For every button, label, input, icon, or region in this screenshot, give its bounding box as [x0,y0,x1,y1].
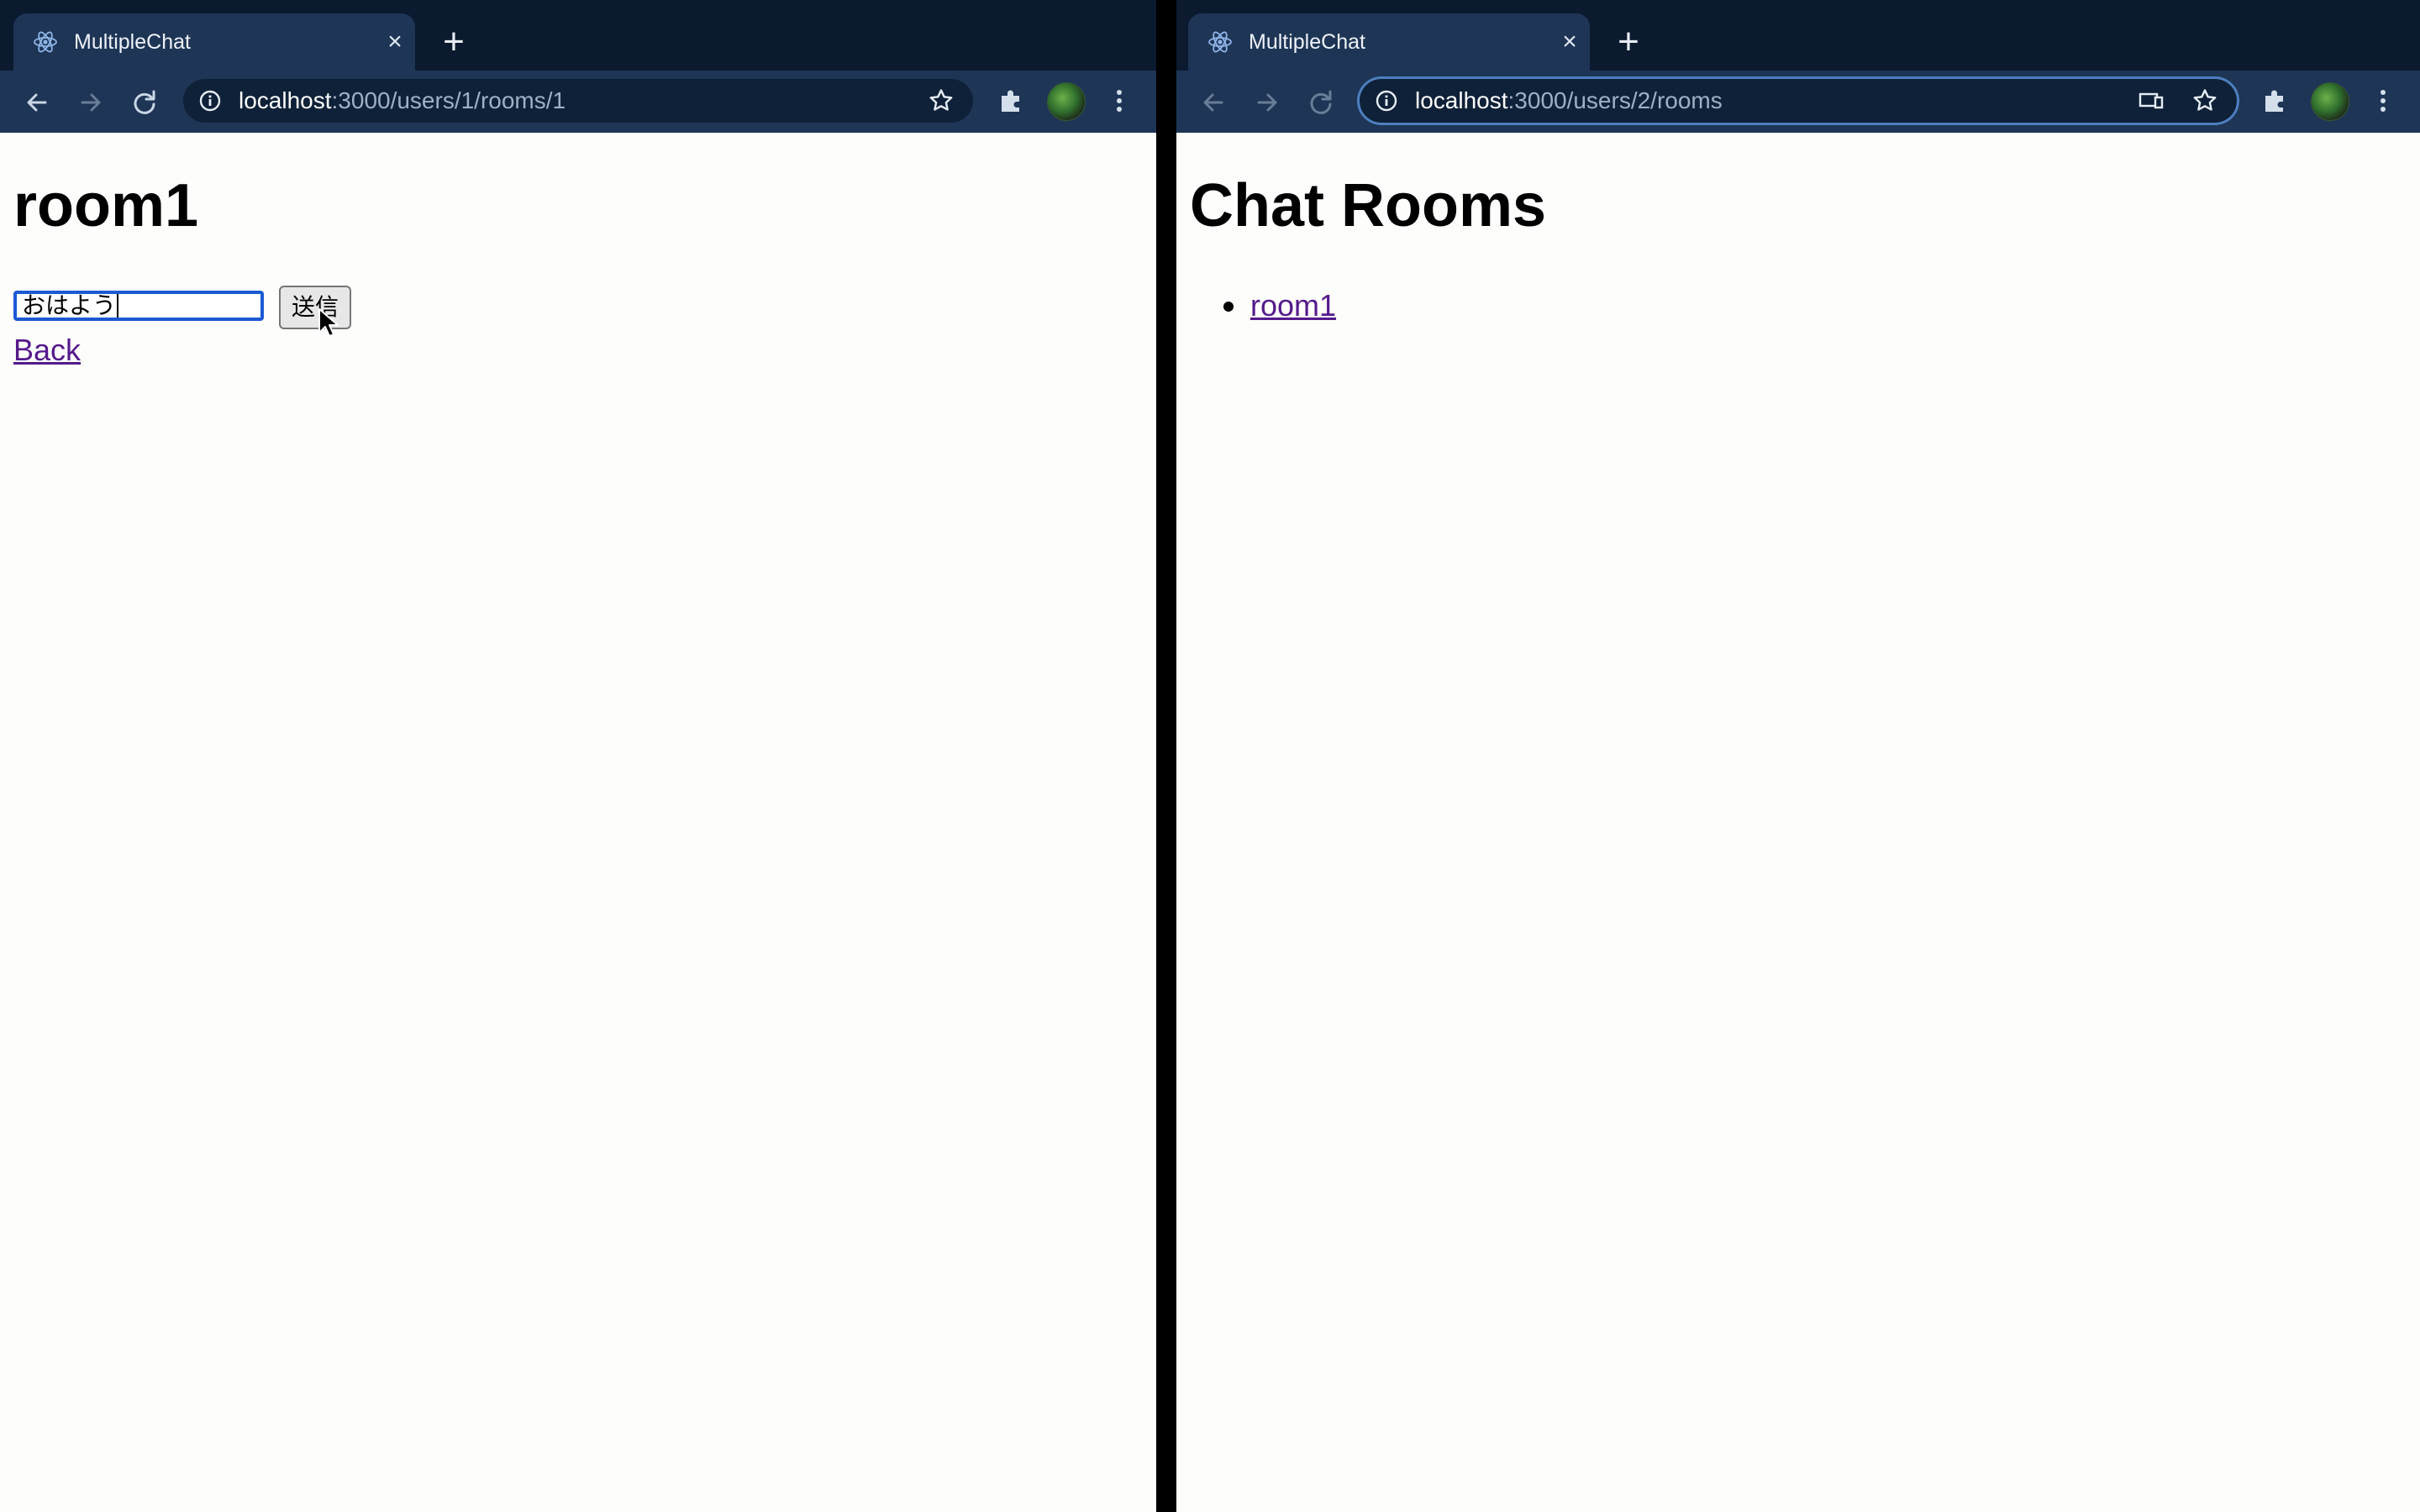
new-tab-button[interactable]: + [432,24,476,60]
back-arrow-icon[interactable] [1195,84,1232,121]
info-icon[interactable] [1375,89,1398,113]
address-bar[interactable]: localhost:3000/users/1/rooms/1 [183,79,973,123]
list-bullet [1223,302,1234,312]
forward-arrow-icon[interactable] [1249,84,1286,121]
browser-toolbar: localhost:3000/users/2/rooms [1176,71,2420,133]
url-path: :3000/users/1/rooms/1 [331,87,566,113]
more-menu-icon[interactable] [2366,84,2400,118]
bookmark-star-icon[interactable] [928,87,955,114]
browser-toolbar: localhost:3000/users/1/rooms/1 [0,71,1156,133]
url-text: localhost:3000/users/1/rooms/1 [239,87,566,114]
tab-strip: MultipleChat × + [0,0,1156,71]
tab-close-icon[interactable]: × [1553,25,1586,59]
url-host: localhost [239,87,332,113]
page-title: room1 [13,172,199,239]
browser-tab[interactable]: MultipleChat × [13,13,415,71]
reload-icon[interactable] [126,84,163,121]
url-host: localhost [1415,87,1508,113]
right-browser-window: MultipleChat × + localhost:3000/users/2/… [1176,0,2420,1512]
left-browser-window: MultipleChat × + localhost:3000/users/1/… [0,0,1156,1512]
room-list-item: room1 [1223,288,1336,323]
tab-title: MultipleChat [74,30,191,54]
new-tab-button[interactable]: + [1607,24,1650,60]
reload-icon[interactable] [1302,84,1339,121]
url-text: localhost:3000/users/2/rooms [1415,87,1723,114]
profile-avatar[interactable] [1047,82,1086,121]
more-menu-icon[interactable] [1102,84,1136,118]
url-path: :3000/users/2/rooms [1507,87,1723,113]
profile-avatar[interactable] [2311,82,2349,121]
back-arrow-icon[interactable] [18,84,55,121]
room-link[interactable]: room1 [1250,288,1336,323]
text-caret [117,294,119,318]
bookmark-star-icon[interactable] [2191,87,2218,114]
react-atom-icon [1208,31,1232,53]
send-button[interactable]: 送信 [279,286,351,329]
tab-strip: MultipleChat × + [1176,0,2420,71]
back-link[interactable]: Back [13,333,81,368]
tab-close-icon[interactable]: × [378,25,412,59]
browser-tab[interactable]: MultipleChat × [1188,13,1590,71]
cast-devices-icon[interactable] [2138,87,2165,114]
mouse-pointer-icon [318,308,339,337]
room-list: room1 [1223,288,1336,323]
forward-arrow-icon[interactable] [72,84,109,121]
info-icon[interactable] [198,89,222,113]
tab-title: MultipleChat [1249,30,1365,54]
react-atom-icon [34,31,57,53]
extensions-puzzle-icon[interactable] [2259,84,2292,118]
address-bar[interactable]: localhost:3000/users/2/rooms [1360,79,2237,123]
page-title: Chat Rooms [1190,172,1547,239]
message-input[interactable]: おはよう [13,291,264,321]
extensions-puzzle-icon[interactable] [995,84,1028,118]
message-input-value: おはよう [22,292,117,318]
